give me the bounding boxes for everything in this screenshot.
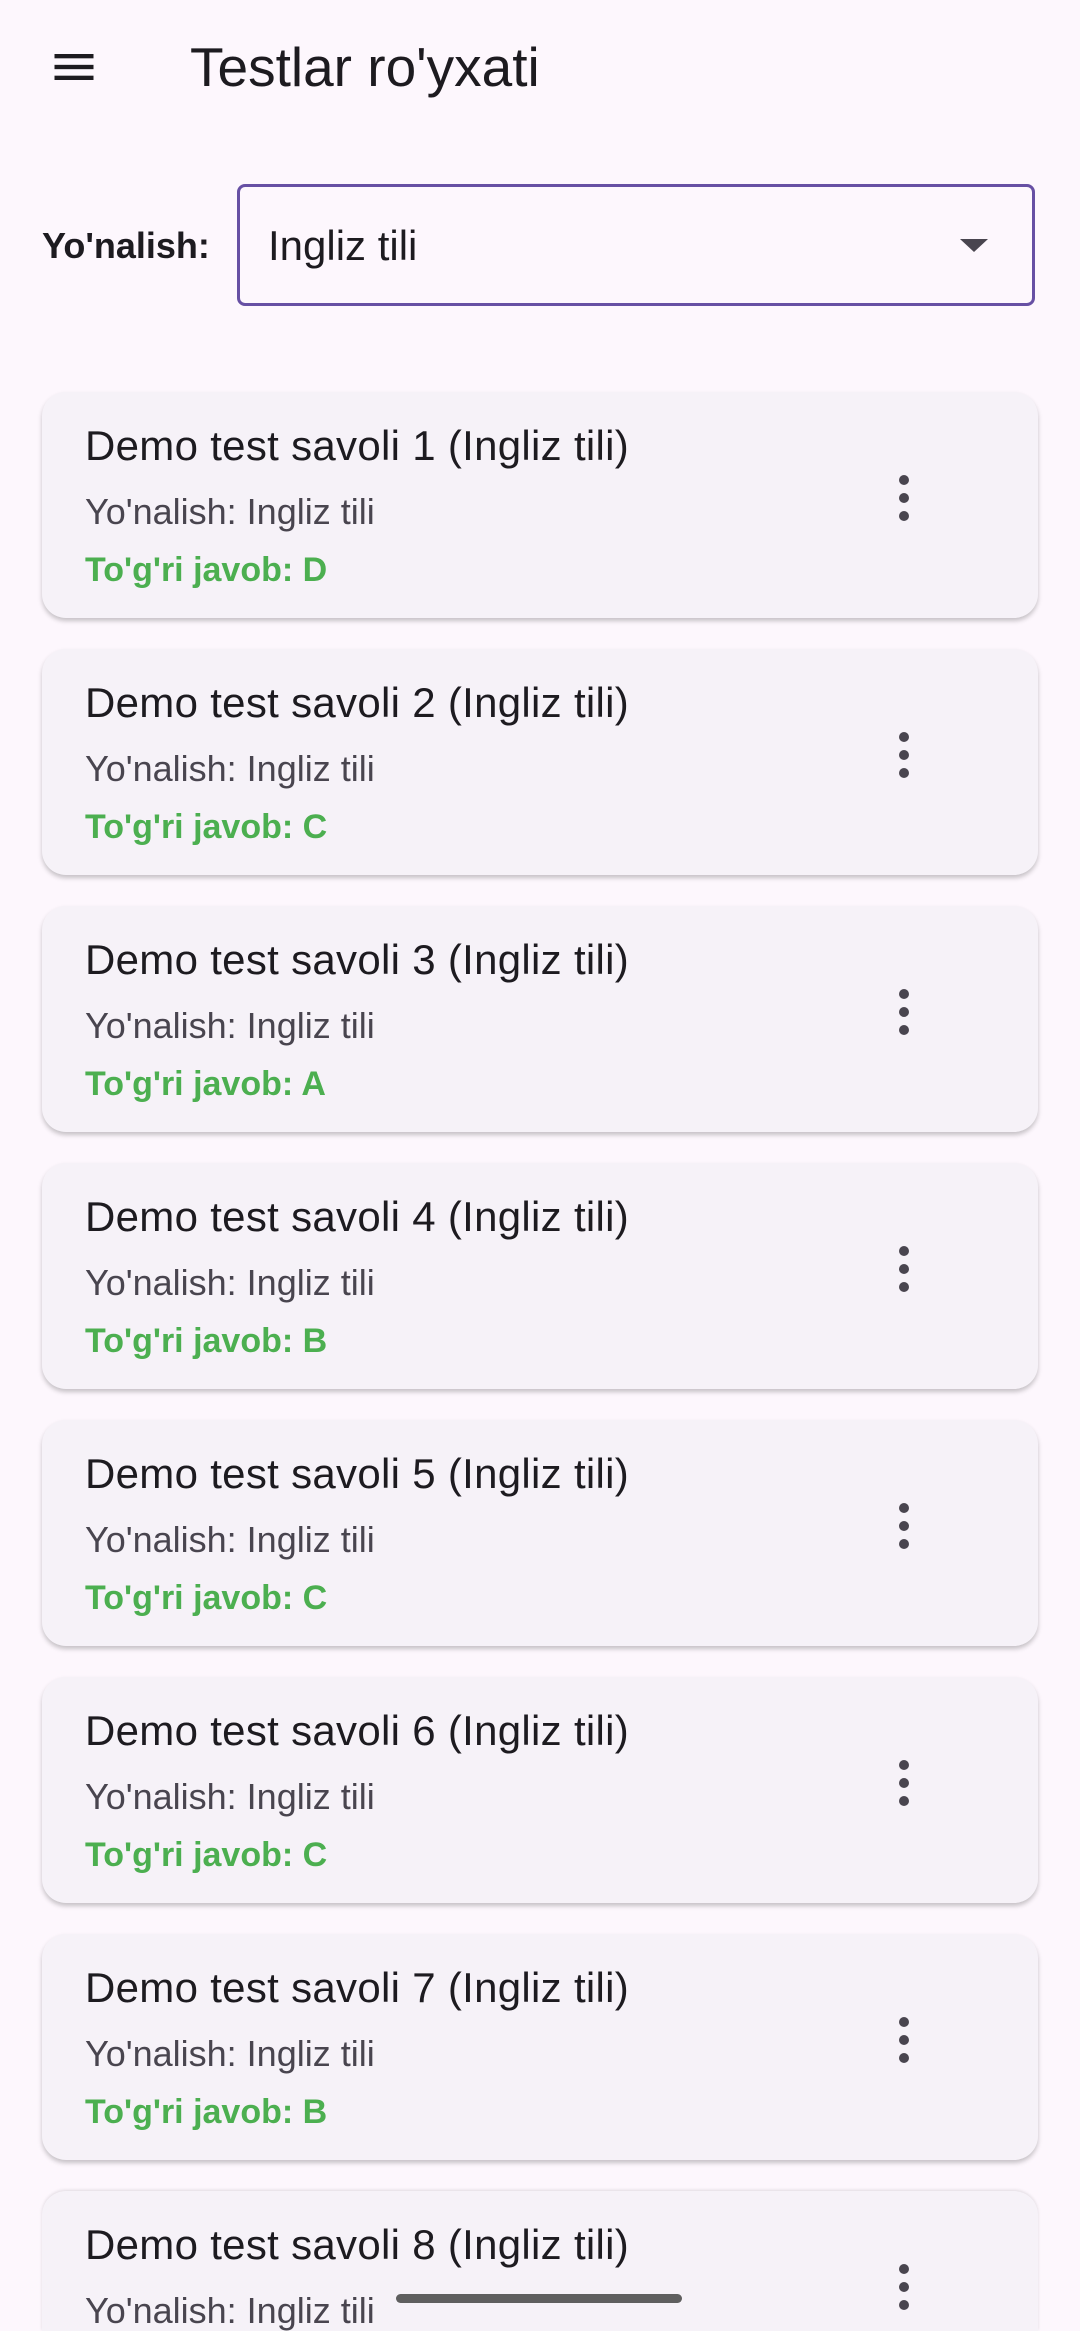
test-correct-answer: To'g'ri javob: A [85,1065,326,1103]
more-vert-icon [899,1760,909,1806]
more-vert-icon [899,1503,909,1549]
test-title: Demo test savoli 8 (Ingliz tili) [85,2221,630,2268]
test-direction: Yo'nalish: Ingliz tili [85,491,375,532]
more-vert-icon [899,2264,909,2310]
home-indicator[interactable] [396,2294,682,2303]
test-correct-answer: To'g'ri javob: D [85,551,328,589]
more-options-button[interactable] [862,2255,946,2331]
direction-dropdown-value: Ingliz tili [268,222,418,269]
test-card[interactable]: Demo test savoli 1 (Ingliz tili) Yo'nali… [42,392,1038,618]
test-correct-answer: To'g'ri javob: B [85,1322,328,1360]
test-direction: Yo'nalish: Ingliz tili [85,1005,375,1046]
test-title: Demo test savoli 2 (Ingliz tili) [85,679,630,726]
more-vert-icon [899,475,909,521]
test-direction: Yo'nalish: Ingliz tili [85,2290,375,2331]
test-title: Demo test savoli 7 (Ingliz tili) [85,1964,630,2011]
test-title: Demo test savoli 5 (Ingliz tili) [85,1450,630,1497]
direction-dropdown[interactable]: Ingliz tili [237,184,1035,306]
more-options-button[interactable] [862,1998,946,2082]
more-options-button[interactable] [862,1741,946,1825]
test-correct-answer: To'g'ri javob: C [85,1836,328,1874]
test-title: Demo test savoli 6 (Ingliz tili) [85,1707,630,1754]
test-card[interactable]: Demo test savoli 3 (Ingliz tili) Yo'nali… [42,906,1038,1132]
direction-filter-label: Yo'nalish: [42,225,210,266]
test-card[interactable]: Demo test savoli 4 (Ingliz tili) Yo'nali… [42,1163,1038,1389]
test-card[interactable]: Demo test savoli 6 (Ingliz tili) Yo'nali… [42,1677,1038,1903]
test-correct-answer: To'g'ri javob: C [85,808,328,846]
page-title: Testlar ro'yxati [190,36,540,98]
more-options-button[interactable] [862,713,946,797]
more-vert-icon [899,989,909,1035]
menu-button[interactable] [28,26,120,108]
test-correct-answer: To'g'ri javob: C [85,1579,328,1617]
test-card[interactable]: Demo test savoli 7 (Ingliz tili) Yo'nali… [42,1934,1038,2160]
test-direction: Yo'nalish: Ingliz tili [85,1519,375,1560]
more-options-button[interactable] [862,970,946,1054]
more-options-button[interactable] [862,1484,946,1568]
test-card[interactable]: Demo test savoli 2 (Ingliz tili) Yo'nali… [42,649,1038,875]
more-options-button[interactable] [862,1227,946,1311]
more-vert-icon [899,732,909,778]
test-title: Demo test savoli 4 (Ingliz tili) [85,1193,630,1240]
more-vert-icon [899,2017,909,2063]
more-options-button[interactable] [862,456,946,540]
test-title: Demo test savoli 1 (Ingliz tili) [85,422,630,469]
test-title: Demo test savoli 3 (Ingliz tili) [85,936,630,983]
dropdown-arrow-icon [960,239,988,252]
test-direction: Yo'nalish: Ingliz tili [85,1262,375,1303]
more-vert-icon [899,1246,909,1292]
test-direction: Yo'nalish: Ingliz tili [85,748,375,789]
test-direction: Yo'nalish: Ingliz tili [85,1776,375,1817]
test-card[interactable]: Demo test savoli 5 (Ingliz tili) Yo'nali… [42,1420,1038,1646]
test-direction: Yo'nalish: Ingliz tili [85,2033,375,2074]
test-card[interactable]: Demo test savoli 8 (Ingliz tili) Yo'nali… [42,2191,1038,2331]
menu-icon [54,54,94,80]
app-bar: Testlar ro'yxati [0,0,1080,135]
test-correct-answer: To'g'ri javob: B [85,2093,328,2131]
